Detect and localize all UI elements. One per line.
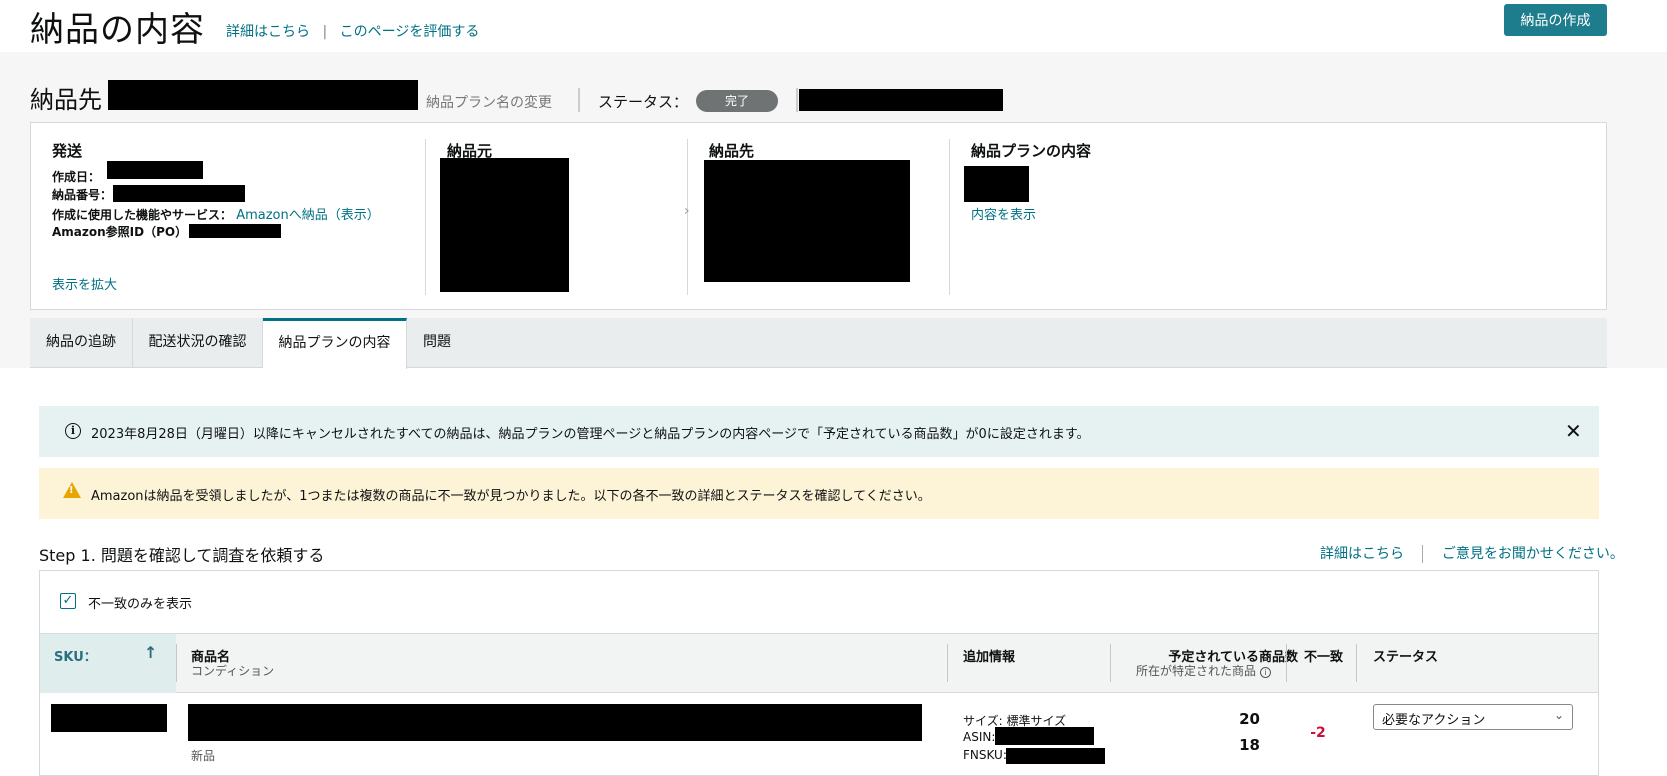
column-divider — [1286, 644, 1287, 682]
redacted-ship-to-address — [704, 160, 910, 282]
column-divider — [425, 139, 426, 295]
ship-to-heading: 納品先 — [709, 142, 755, 160]
created-date-label: 作成日： — [52, 170, 101, 184]
close-icon[interactable]: ✕ — [1565, 419, 1582, 443]
mismatch-only-checkbox[interactable]: ✓ — [60, 593, 76, 609]
view-plan-contents-link[interactable]: 内容を表示 — [971, 204, 1036, 223]
column-divider — [1356, 644, 1357, 682]
expand-view-link[interactable]: 表示を拡大 — [52, 274, 117, 293]
sku-header-cell[interactable]: SKU： ↑ — [40, 634, 176, 693]
feature-label: 作成に使用した機能やサービス： — [52, 208, 233, 222]
step-links: 詳細はこちら ご意見をお聞かせください。 — [1320, 543, 1624, 563]
sort-arrow-up-icon[interactable]: ↑ — [144, 643, 157, 662]
redacted-shipment-number — [113, 185, 245, 202]
sku-header: SKU： — [54, 650, 97, 665]
chevron-right-icon: › — [684, 203, 690, 219]
located-subheader: 所在が特定された商品 i — [1136, 662, 1271, 679]
info-icon[interactable]: i — [1259, 667, 1271, 678]
feature-row: 作成に使用した機能やサービス： Amazonへ納品（表示） — [52, 204, 380, 223]
tab-delivery-status[interactable]: 配送状況の確認 — [133, 318, 263, 368]
column-divider — [1110, 644, 1111, 682]
redacted-fnsku — [1006, 748, 1105, 764]
located-subheader-text: 所在が特定された商品 — [1136, 664, 1257, 678]
column-divider — [176, 644, 177, 682]
feedback-link[interactable]: ご意見をお聞かせください。 — [1442, 546, 1624, 562]
expected-qty: 20 — [1239, 710, 1260, 728]
info-alert: i 2023年8月28日（月曜日）以降にキャンセルされたすべての納品は、納品プラ… — [39, 406, 1599, 457]
mismatch-only-label: 不一致のみを表示 — [88, 597, 193, 612]
column-divider — [949, 139, 950, 295]
tab-problems[interactable]: 問題 — [407, 318, 467, 368]
create-shipment-button[interactable]: 納品の作成 — [1504, 4, 1607, 36]
column-divider — [947, 644, 948, 682]
mismatch-header: 不一致 — [1304, 650, 1344, 665]
plan-contents-heading: 納品プランの内容 — [971, 142, 1092, 160]
redacted-shipment-id — [799, 89, 1003, 111]
redacted-ship-from-address — [440, 158, 569, 292]
status-label: ステータス： — [598, 93, 689, 111]
link-separator — [1422, 545, 1424, 563]
status-dropdown[interactable]: 必要なアクション ⌄ — [1373, 704, 1573, 730]
tab-plan-contents[interactable]: 納品プランの内容 — [263, 318, 407, 369]
mismatch-table: ✓ 不一致のみを表示 SKU： ↑ 商品名 コンディション 追加情報 予定されて… — [39, 570, 1599, 776]
redacted-plan-id — [964, 166, 1029, 202]
status-badge: 完了 — [696, 90, 778, 112]
asin-label: ASIN: — [963, 730, 996, 744]
redacted-asin — [995, 727, 1094, 745]
info-alert-text: 2023年8月28日（月曜日）以降にキャンセルされたすべての納品は、納品プランの… — [91, 427, 1090, 442]
shipment-number-label: 納品番号： — [52, 188, 113, 202]
table-header: SKU： ↑ 商品名 コンディション 追加情報 予定されている商品数 所在が特定… — [40, 633, 1598, 693]
redacted-created-date — [107, 161, 203, 179]
mismatch-qty: -2 — [1310, 725, 1326, 741]
shipment-summary-card: 発送 作成日： 納品番号： 作成に使用した機能やサービス： Amazonへ納品（… — [30, 122, 1607, 310]
po-label: Amazon参照ID（PO） — [52, 225, 188, 239]
table-row: 新品 サイズ: 標準サイズ ASIN: FNSKU: 20 18 -2 必要なア… — [40, 694, 1598, 776]
chevron-down-icon: ⌄ — [1553, 708, 1564, 722]
located-qty: 18 — [1239, 736, 1260, 754]
step-details-link[interactable]: 詳細はこちら — [1320, 546, 1404, 562]
shipping-heading: 発送 — [52, 142, 83, 160]
feature-link[interactable]: Amazonへ納品（表示） — [236, 208, 380, 223]
status-dropdown-value: 必要なアクション — [1382, 713, 1486, 728]
condition-subheader: コンディション — [191, 664, 275, 678]
info-icon: i — [65, 423, 81, 439]
status-header: ステータス — [1373, 650, 1439, 665]
warning-alert-text: Amazonは納品を受領しましたが、1つまたは複数の商品に不一致が見つかりました… — [91, 489, 931, 504]
step-title: Step 1. 問題を確認して調査を依頼する — [39, 546, 325, 565]
redacted-sku — [51, 704, 167, 732]
page-header: 納品の内容 詳細はこちら | このページを評価する 納品の作成 — [0, 0, 1667, 52]
tab-tracking[interactable]: 納品の追跡 — [30, 318, 133, 368]
extra-info-header: 追加情報 — [963, 650, 1016, 665]
warning-alert: ! Amazonは納品を受領しましたが、1つまたは複数の商品に不一致が見つかりま… — [39, 468, 1599, 519]
header-links: 詳細はこちら | このページを評価する — [226, 21, 479, 41]
rate-page-link[interactable]: このページを評価する — [340, 24, 480, 40]
rename-plan-link[interactable]: 納品プラン名の変更 — [426, 92, 552, 112]
warning-icon: ! — [63, 482, 81, 498]
redacted-po — [189, 224, 281, 238]
divider — [796, 88, 798, 112]
destination-label: 納品先 — [30, 86, 102, 114]
tab-bar: 納品の追跡 配送状況の確認 納品プランの内容 問題 — [30, 318, 1607, 369]
page-title: 納品の内容 — [30, 10, 205, 50]
redacted-plan-name — [108, 80, 418, 110]
redacted-product-name — [188, 704, 922, 741]
details-link[interactable]: 詳細はこちら — [226, 24, 310, 40]
condition-value: 新品 — [191, 749, 216, 763]
divider — [578, 88, 580, 112]
fnsku-label: FNSKU: — [963, 748, 1007, 762]
link-separator: | — [322, 24, 328, 40]
